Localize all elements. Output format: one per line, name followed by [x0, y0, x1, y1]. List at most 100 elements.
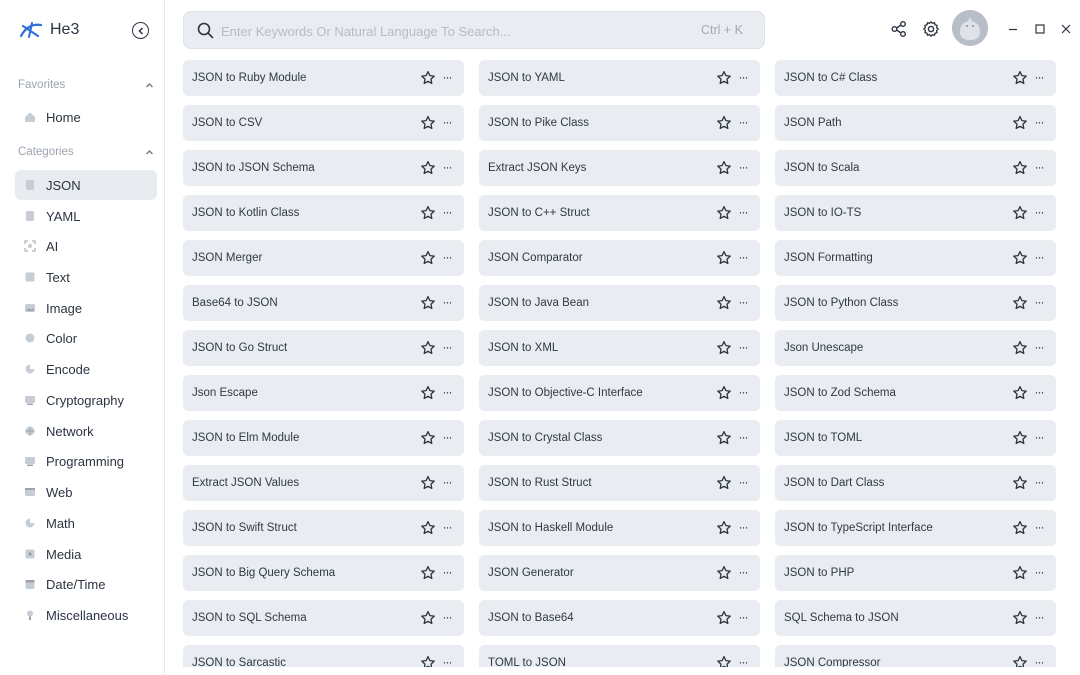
favorite-star-icon[interactable] — [420, 70, 436, 86]
tool-card[interactable]: JSON to TOML ··· — [775, 420, 1056, 456]
favorite-star-icon[interactable] — [420, 160, 436, 176]
more-options-icon[interactable]: ··· — [1033, 430, 1045, 444]
favorite-star-icon[interactable] — [716, 610, 732, 626]
tool-card[interactable]: JSON to CSV ··· — [183, 105, 464, 141]
sidebar-item-web[interactable]: Web — [15, 477, 157, 507]
favorite-star-icon[interactable] — [716, 520, 732, 536]
more-options-icon[interactable]: ··· — [1033, 295, 1045, 309]
collapse-sidebar-button[interactable] — [132, 22, 149, 39]
more-options-icon[interactable]: ··· — [737, 205, 749, 219]
favorite-star-icon[interactable] — [1012, 295, 1028, 311]
more-options-icon[interactable]: ··· — [1033, 205, 1045, 219]
tool-card[interactable]: JSON to Swift Struct ··· — [183, 510, 464, 546]
favorite-star-icon[interactable] — [716, 655, 732, 667]
search-bar[interactable]: Ctrl + K — [183, 11, 765, 49]
more-options-icon[interactable]: ··· — [441, 340, 453, 354]
sidebar-item-encode[interactable]: Encode — [15, 354, 157, 384]
more-options-icon[interactable]: ··· — [737, 430, 749, 444]
tool-card[interactable]: SQL Schema to JSON ··· — [775, 600, 1056, 636]
favorite-star-icon[interactable] — [420, 115, 436, 131]
favorite-star-icon[interactable] — [716, 295, 732, 311]
more-options-icon[interactable]: ··· — [441, 655, 453, 667]
sidebar-item-home[interactable]: Home — [15, 102, 157, 132]
more-options-icon[interactable]: ··· — [737, 610, 749, 624]
more-options-icon[interactable]: ··· — [737, 160, 749, 174]
more-options-icon[interactable]: ··· — [441, 205, 453, 219]
more-options-icon[interactable]: ··· — [441, 115, 453, 129]
favorite-star-icon[interactable] — [1012, 205, 1028, 221]
more-options-icon[interactable]: ··· — [441, 475, 453, 489]
sidebar-item-media[interactable]: Media — [15, 539, 157, 569]
tool-card[interactable]: JSON to Kotlin Class ··· — [183, 195, 464, 231]
favorite-star-icon[interactable] — [420, 610, 436, 626]
favorite-star-icon[interactable] — [716, 205, 732, 221]
favorite-star-icon[interactable] — [1012, 70, 1028, 86]
more-options-icon[interactable]: ··· — [441, 430, 453, 444]
sidebar-item-cryptography[interactable]: Cryptography — [15, 385, 157, 415]
tool-card[interactable]: JSON to Haskell Module ··· — [479, 510, 760, 546]
sidebar-item-text[interactable]: Text — [15, 262, 157, 292]
tool-card[interactable]: Json Escape ··· — [183, 375, 464, 411]
tool-card[interactable]: JSON to Java Bean ··· — [479, 285, 760, 321]
tool-card[interactable]: JSON Generator ··· — [479, 555, 760, 591]
more-options-icon[interactable]: ··· — [737, 295, 749, 309]
more-options-icon[interactable]: ··· — [737, 655, 749, 667]
favorite-star-icon[interactable] — [420, 250, 436, 266]
favorite-star-icon[interactable] — [1012, 475, 1028, 491]
tool-card[interactable]: JSON to Go Struct ··· — [183, 330, 464, 366]
user-avatar[interactable] — [952, 10, 988, 46]
more-options-icon[interactable]: ··· — [441, 160, 453, 174]
tool-card[interactable]: JSON to Sarcastic ··· — [183, 645, 464, 667]
sidebar-item-yaml[interactable]: YAML — [15, 201, 157, 231]
maximize-button[interactable] — [1033, 22, 1047, 36]
more-options-icon[interactable]: ··· — [737, 250, 749, 264]
more-options-icon[interactable]: ··· — [1033, 340, 1045, 354]
favorite-star-icon[interactable] — [1012, 610, 1028, 626]
favorites-section-header[interactable]: Favorites — [18, 79, 154, 91]
favorite-star-icon[interactable] — [1012, 160, 1028, 176]
favorite-star-icon[interactable] — [1012, 340, 1028, 356]
favorite-star-icon[interactable] — [716, 250, 732, 266]
tool-card[interactable]: JSON to XML ··· — [479, 330, 760, 366]
tool-card[interactable]: JSON to C# Class ··· — [775, 60, 1056, 96]
more-options-icon[interactable]: ··· — [737, 475, 749, 489]
more-options-icon[interactable]: ··· — [737, 70, 749, 84]
favorite-star-icon[interactable] — [716, 385, 732, 401]
more-options-icon[interactable]: ··· — [737, 520, 749, 534]
tool-card[interactable]: JSON to Base64 ··· — [479, 600, 760, 636]
favorite-star-icon[interactable] — [716, 160, 732, 176]
categories-section-header[interactable]: Categories — [18, 146, 154, 158]
favorite-star-icon[interactable] — [420, 565, 436, 581]
more-options-icon[interactable]: ··· — [441, 70, 453, 84]
more-options-icon[interactable]: ··· — [1033, 250, 1045, 264]
more-options-icon[interactable]: ··· — [1033, 520, 1045, 534]
favorite-star-icon[interactable] — [420, 655, 436, 667]
more-options-icon[interactable]: ··· — [737, 565, 749, 579]
tool-card[interactable]: JSON Comparator ··· — [479, 240, 760, 276]
favorite-star-icon[interactable] — [1012, 250, 1028, 266]
tool-card[interactable]: JSON to Python Class ··· — [775, 285, 1056, 321]
favorite-star-icon[interactable] — [716, 340, 732, 356]
sidebar-item-color[interactable]: Color — [15, 323, 157, 353]
favorite-star-icon[interactable] — [716, 565, 732, 581]
more-options-icon[interactable]: ··· — [441, 250, 453, 264]
more-options-icon[interactable]: ··· — [737, 340, 749, 354]
tool-card[interactable]: JSON to Dart Class ··· — [775, 465, 1056, 501]
sidebar-item-programming[interactable]: Programming — [15, 446, 157, 476]
tool-card[interactable]: Base64 to JSON ··· — [183, 285, 464, 321]
tool-card[interactable]: JSON Merger ··· — [183, 240, 464, 276]
tool-card[interactable]: JSON to C++ Struct ··· — [479, 195, 760, 231]
tool-card[interactable]: JSON to SQL Schema ··· — [183, 600, 464, 636]
favorite-star-icon[interactable] — [420, 385, 436, 401]
favorite-star-icon[interactable] — [716, 70, 732, 86]
close-button[interactable] — [1059, 22, 1073, 36]
favorite-star-icon[interactable] — [716, 475, 732, 491]
sidebar-item-json[interactable]: JSON — [15, 170, 157, 200]
tool-card[interactable]: TOML to JSON ··· — [479, 645, 760, 667]
tool-card[interactable]: JSON to Big Query Schema ··· — [183, 555, 464, 591]
more-options-icon[interactable]: ··· — [737, 385, 749, 399]
more-options-icon[interactable]: ··· — [1033, 565, 1045, 579]
favorite-star-icon[interactable] — [716, 115, 732, 131]
tool-card[interactable]: JSON to Ruby Module ··· — [183, 60, 464, 96]
more-options-icon[interactable]: ··· — [1033, 160, 1045, 174]
